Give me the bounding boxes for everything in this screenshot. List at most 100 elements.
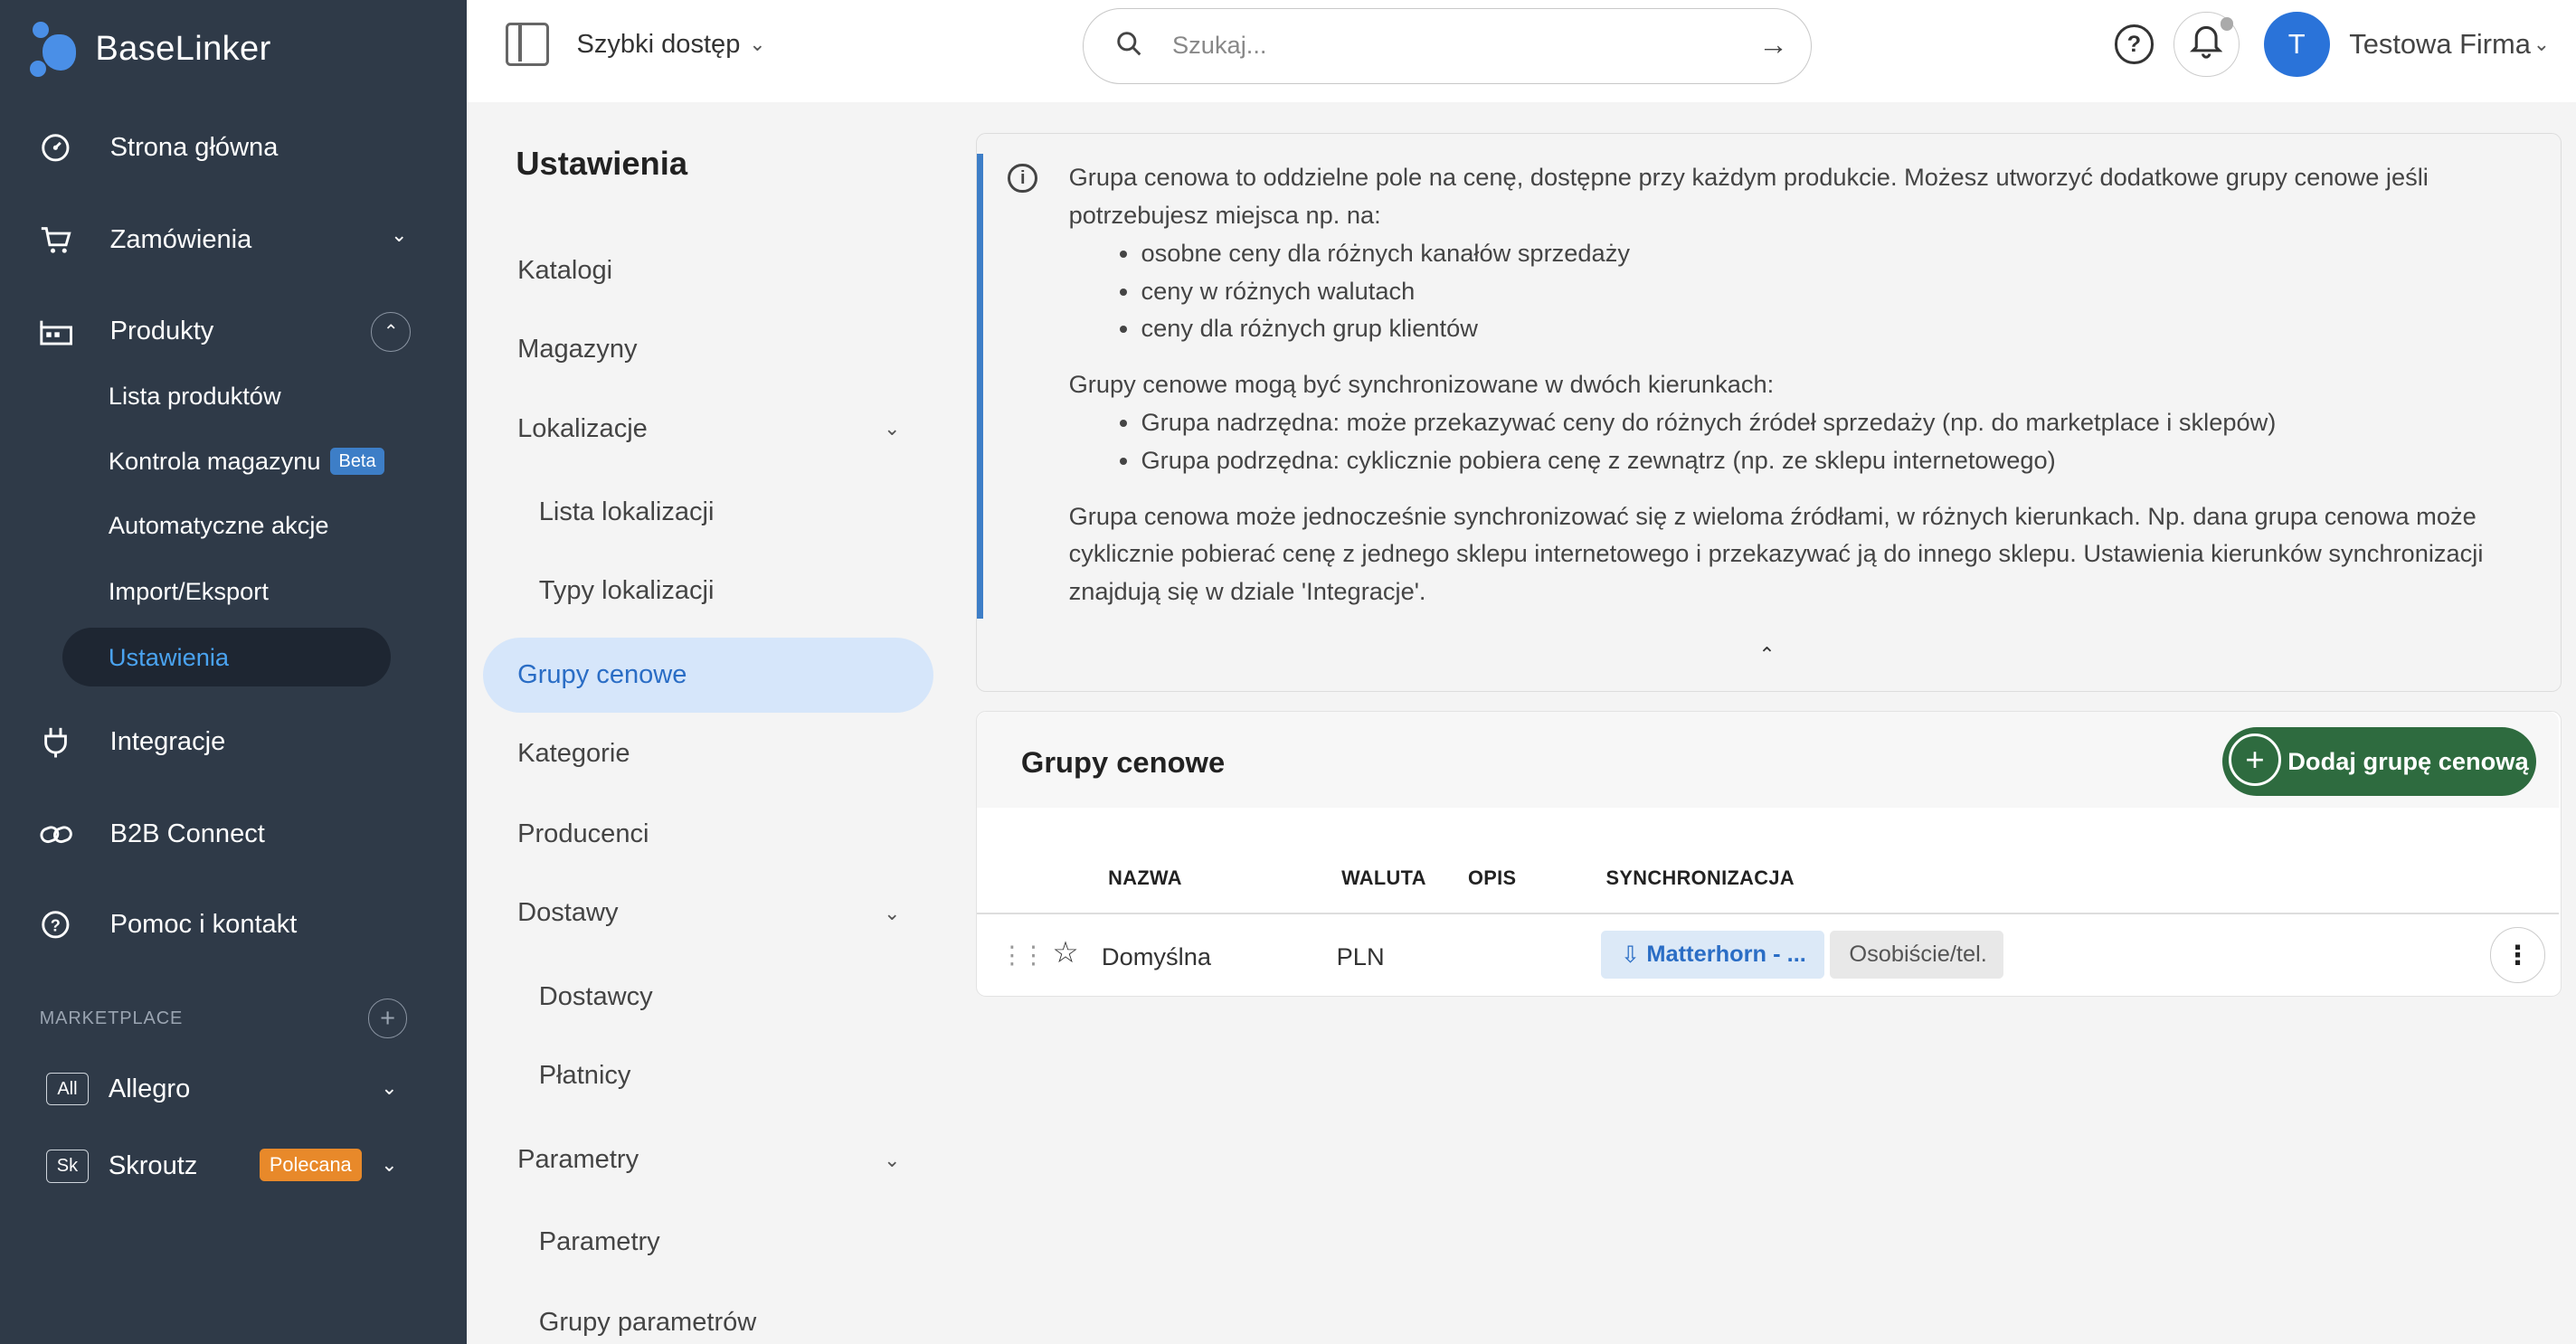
card-title: Grupy cenowe <box>1020 744 1226 779</box>
column-header-currency[interactable]: WALUTA <box>1341 866 1426 890</box>
info-text: Grupa cenowa to oddzielne pole na cenę, … <box>1069 158 2514 610</box>
chevron-down-icon[interactable]: ⌄ <box>749 33 765 56</box>
sidebar-item-help[interactable]: ? Pomoc i kontakt <box>40 895 428 954</box>
marketplace-label: Skroutz <box>108 1151 198 1181</box>
marketplace-item-allegro[interactable]: All Allegro ⌄ <box>45 1065 408 1113</box>
download-arrow-icon: ⇩ <box>1620 942 1641 968</box>
settings-item-label: Producenci <box>517 819 649 849</box>
chevron-up-icon[interactable]: ⌃ <box>1758 643 1775 667</box>
star-icon[interactable]: ☆ <box>1052 935 1078 970</box>
add-price-group-label: Dodaj grupę cenową <box>2287 746 2529 775</box>
marketplace-box: Sk <box>45 1150 90 1183</box>
chevron-down-icon[interactable]: ⌄ <box>2533 33 2550 56</box>
marketplace-label: Allegro <box>108 1074 191 1103</box>
sidebar-subitem-label: Automatyczne akcje <box>108 511 329 540</box>
sidebar-toggle-icon[interactable] <box>506 23 549 66</box>
dashboard-icon <box>40 131 72 164</box>
settings-item-catalogs[interactable]: Katalogi <box>483 233 933 309</box>
sidebar-subitem-stock-control[interactable]: Kontrola magazynu Beta <box>62 432 391 491</box>
settings-item-location-types[interactable]: Typy lokalizacji <box>483 554 933 629</box>
brand-name: BaseLinker <box>95 29 271 69</box>
settings-item-parameter-groups[interactable]: Grupy parametrów <box>483 1284 933 1343</box>
info-list-item: osobne ceny dla różnych kanałów sprzedaż… <box>1141 234 2514 272</box>
info-list: Grupa nadrzędna: może przekazywać ceny d… <box>1141 403 2514 479</box>
sidebar-subitem-label: Ustawienia <box>108 642 230 671</box>
settings-title: Ustawienia <box>516 144 688 182</box>
sidebar-subitem-import-export[interactable]: Import/Eksport <box>62 562 391 620</box>
sync-tag-secondary[interactable]: Osobiście/tel. <box>1829 931 2004 979</box>
settings-item-label: Grupy cenowe <box>517 659 687 689</box>
sync-tag-label: Matterhorn - ... <box>1646 941 1806 967</box>
baselinker-logo-icon <box>29 21 82 78</box>
settings-item-payers[interactable]: Płatnicy <box>483 1038 933 1114</box>
column-header-name[interactable]: NAZWA <box>1108 866 1182 890</box>
sidebar-item-label: Produkty <box>109 317 214 346</box>
info-icon: i <box>1008 163 1038 194</box>
sidebar-subitem-label: Lista produktów <box>108 381 281 410</box>
settings-item-parameters-sub[interactable]: Parametry <box>483 1204 933 1280</box>
sidebar-subitem-automatic-actions[interactable]: Automatyczne akcje <box>62 497 391 555</box>
quick-access-menu[interactable]: Szybki dostęp <box>577 30 741 60</box>
settings-item-warehouses[interactable]: Magazyny <box>483 312 933 388</box>
chevron-up-icon[interactable]: ⌃ <box>371 312 412 352</box>
sidebar-item-label: B2B Connect <box>109 819 265 849</box>
add-marketplace-icon[interactable]: + <box>367 999 408 1038</box>
chevron-down-icon: ⌄ <box>884 417 901 440</box>
search-icon <box>1116 31 1146 61</box>
company-name[interactable]: Testowa Firma <box>2349 28 2531 61</box>
bell-icon <box>2190 23 2223 66</box>
info-list-item: ceny w różnych walutach <box>1141 272 2514 310</box>
sidebar-subitem-settings[interactable]: Ustawienia <box>62 627 392 687</box>
info-paragraph: Grupa cenowa może jednocześnie synchroni… <box>1068 501 2484 606</box>
info-paragraph: Grupy cenowe mogą być synchronizowane w … <box>1068 370 1775 399</box>
settings-item-deliveries[interactable]: Dostawy ⌄ <box>483 875 933 951</box>
recommended-badge: Polecana <box>259 1148 362 1182</box>
sidebar-item-integrations[interactable]: Integracje <box>40 713 428 771</box>
notifications-button[interactable] <box>2173 11 2240 78</box>
info-list-item: Grupa nadrzędna: może przekazywać ceny d… <box>1141 403 2514 441</box>
marketplace-item-skroutz[interactable]: Sk Skroutz Polecana ⌄ <box>45 1141 408 1190</box>
sync-tag-primary[interactable]: ⇩ Matterhorn - ... <box>1601 931 1825 979</box>
settings-item-categories[interactable]: Kategorie <box>483 716 933 792</box>
settings-item-locations[interactable]: Lokalizacje ⌄ <box>483 391 933 467</box>
settings-item-label: Katalogi <box>517 256 613 286</box>
sidebar-item-home[interactable]: Strona główna <box>40 118 428 177</box>
info-list: osobne ceny dla różnych kanałów sprzedaż… <box>1141 234 2514 347</box>
sidebar: BaseLinker Strona główna Zamówienia ⌄ Pr… <box>0 0 467 1344</box>
cell-name: Domyślna <box>1101 942 1211 970</box>
sidebar-subitem-label: Kontrola magazynu <box>108 447 321 476</box>
settings-item-parameters[interactable]: Parametry ⌄ <box>483 1122 933 1198</box>
settings-item-label: Typy lokalizacji <box>538 576 715 606</box>
settings-item-label: Kategorie <box>517 739 630 769</box>
column-header-sync[interactable]: SYNCHRONIZACJA <box>1606 866 1795 890</box>
settings-item-suppliers[interactable]: Dostawcy <box>483 960 933 1036</box>
settings-item-label: Magazyny <box>517 335 638 364</box>
settings-item-price-groups[interactable]: Grupy cenowe <box>482 637 933 714</box>
cell-currency: PLN <box>1336 942 1385 970</box>
settings-item-manufacturers[interactable]: Producenci <box>483 797 933 873</box>
sidebar-item-products[interactable]: Produkty ⌃ <box>39 302 428 361</box>
settings-nav: Ustawienia Katalogi Magazyny Lokalizacje… <box>466 101 960 1344</box>
plus-icon: + <box>2228 734 2281 787</box>
chevron-down-icon: ⌄ <box>884 902 901 925</box>
avatar[interactable]: T <box>2263 11 2330 78</box>
more-options-icon[interactable]: ⋮ <box>2489 927 2546 984</box>
sidebar-subitem-label: Import/Eksport <box>108 576 269 605</box>
sidebar-subitem-product-list[interactable]: Lista produktów <box>62 366 391 425</box>
help-icon[interactable]: ? <box>2114 24 2155 64</box>
settings-item-label: Płatnicy <box>538 1061 631 1091</box>
sidebar-item-label: Strona główna <box>109 132 279 162</box>
arrow-right-icon[interactable]: → <box>1758 27 1788 62</box>
chevron-down-icon: ⌄ <box>381 1075 398 1099</box>
link-icon <box>40 819 72 851</box>
chevron-down-icon: ⌄ <box>884 1148 901 1171</box>
drag-handle-icon[interactable]: ⋮⋮ <box>999 941 1046 970</box>
search-input[interactable] <box>1172 27 1715 63</box>
sidebar-item-orders[interactable]: Zamówienia ⌄ <box>40 210 428 269</box>
settings-item-location-list[interactable]: Lista lokalizacji <box>483 475 933 551</box>
sidebar-item-label: Zamówienia <box>109 224 252 254</box>
sidebar-item-b2b-connect[interactable]: B2B Connect <box>40 805 428 864</box>
brand-logo[interactable]: BaseLinker <box>29 20 271 79</box>
column-header-description[interactable]: OPIS <box>1468 866 1517 890</box>
add-price-group-button[interactable]: + Dodaj grupę cenową <box>2221 726 2536 797</box>
